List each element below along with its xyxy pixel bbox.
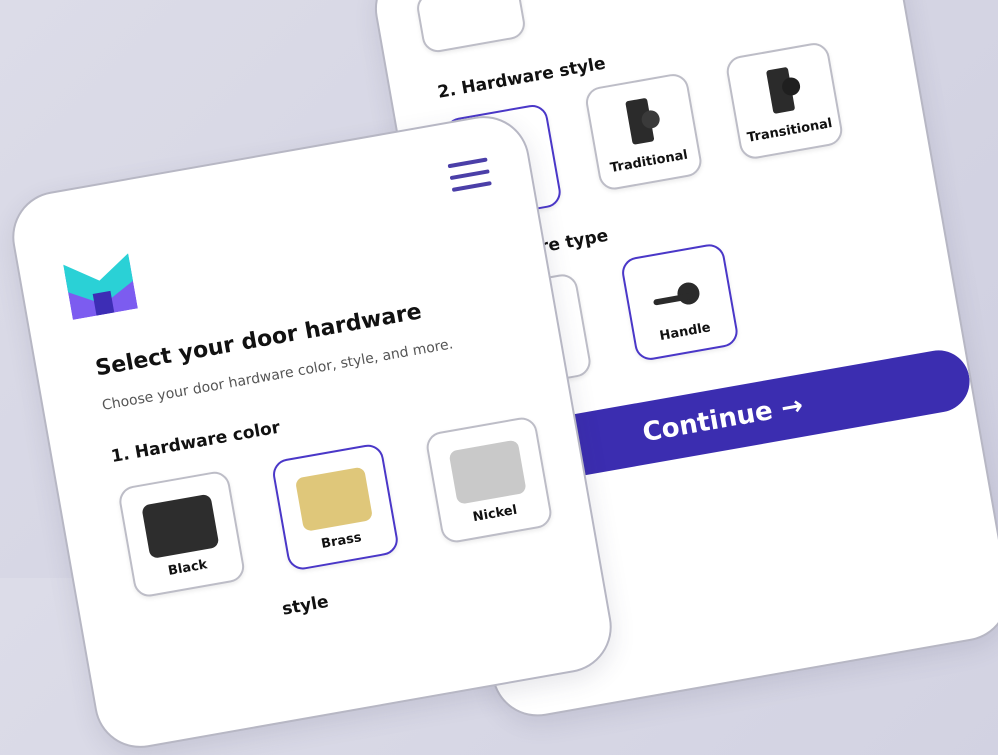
type-label-handle: Handle xyxy=(658,320,712,345)
color-swatch-nickel xyxy=(448,439,527,505)
section-hardware-style-title: 2. Hardware style xyxy=(436,53,608,103)
traditional-lock-icon xyxy=(625,98,660,145)
transitional-lock-icon xyxy=(766,67,801,114)
color-label-nickel: Nickel xyxy=(471,502,519,526)
handle-lever-icon xyxy=(653,282,700,306)
hamburger-menu-icon[interactable] xyxy=(447,157,494,199)
color-tile-brass[interactable]: Brass xyxy=(270,442,401,572)
style-tile-traditional[interactable]: Traditional xyxy=(583,71,704,193)
style-tile-transitional[interactable]: Transitional xyxy=(724,40,845,162)
page-title: Select your door hardware xyxy=(93,299,424,382)
home-logo-icon xyxy=(63,253,138,320)
color-swatch-black xyxy=(141,493,220,559)
section-hardware-color-title: 1. Hardware color xyxy=(109,417,282,468)
color-label-brass: Brass xyxy=(320,530,363,552)
type-tile-handle[interactable]: Handle xyxy=(619,241,741,363)
section-style-partial: style xyxy=(280,591,331,620)
style-label-transitional: Transitional xyxy=(746,116,834,146)
section-hardware-type-title: re type xyxy=(538,225,610,258)
style-label-traditional: Traditional xyxy=(609,147,689,177)
color-swatch-brass xyxy=(294,466,374,532)
front-phone-screen: Select your door hardware Choose your do… xyxy=(5,108,619,755)
color-tile-black[interactable]: Black xyxy=(116,469,247,600)
color-tile-nickel[interactable]: Nickel xyxy=(424,415,554,545)
partial-tile-top[interactable] xyxy=(414,0,528,55)
color-label-black: Black xyxy=(167,557,209,579)
